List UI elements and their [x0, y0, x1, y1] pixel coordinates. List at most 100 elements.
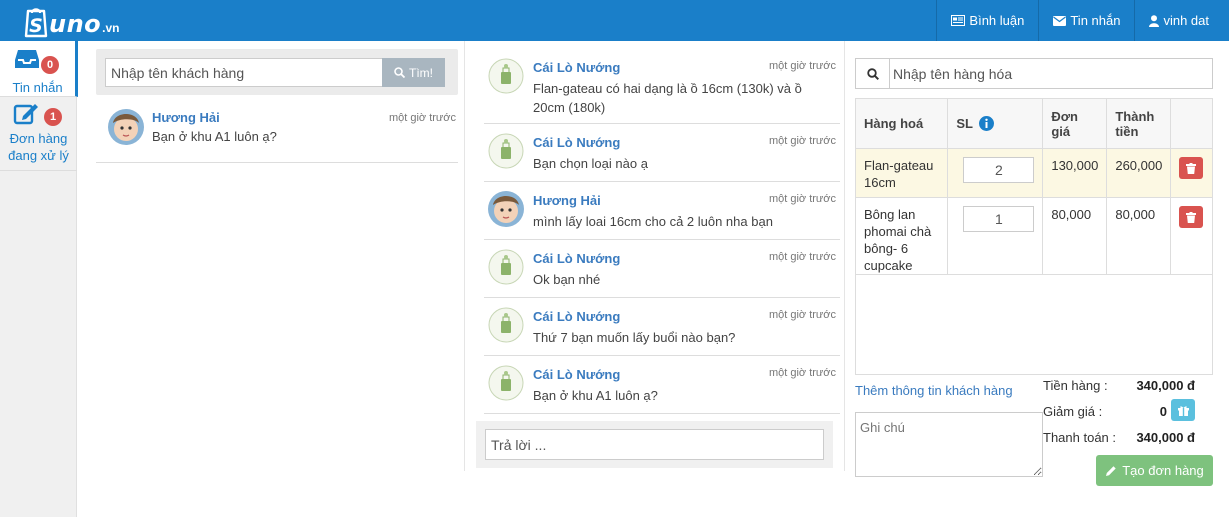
message-time: một giờ trước: [768, 367, 836, 379]
message-text: Flan-gateau có hai dạng là ồ 16cm (130k)…: [533, 81, 802, 115]
trash-icon: [1186, 211, 1197, 223]
customer-time: một giờ trước: [388, 112, 456, 124]
customer-search-input[interactable]: [105, 58, 382, 87]
item-name: Flan-gateau 16cm: [854, 148, 949, 198]
table-row: Flan-gateau 16cm 2 130,000 260,000: [854, 148, 1213, 198]
inbox-icon: [15, 50, 39, 68]
nav-comments-label: Bình luận: [969, 13, 1025, 28]
message-text: Thứ 7 bạn muốn lấy buổi nào bạn?: [533, 330, 736, 345]
message-time: một giờ trước: [768, 193, 836, 205]
comments-icon: [951, 15, 966, 26]
customer-last-message: Bạn ở khu A1 luôn ạ?: [152, 129, 277, 144]
header-total-line1: Thành: [1115, 108, 1155, 124]
reply-bar: [476, 421, 833, 468]
trash-icon: [1186, 162, 1197, 174]
left-rail: 0 Tin nhắn 1 Đơn hàng đang xử lý: [0, 41, 78, 517]
header-price: Đơn giá: [1042, 98, 1108, 149]
rail-item-messages[interactable]: 0 Tin nhắn: [0, 41, 78, 97]
subtotal-label: Tiền hàng :: [1043, 378, 1108, 393]
search-icon: [394, 67, 405, 78]
brand-name: uno: [49, 10, 102, 38]
message-time: một giờ trước: [768, 309, 836, 321]
rail-item-orders[interactable]: 1 Đơn hàng đang xử lý: [0, 97, 77, 171]
message-text: Ok bạn nhé: [533, 272, 601, 287]
find-button-label: Tìm!: [409, 65, 433, 80]
discount-row: Giảm giá : 0: [1043, 399, 1213, 428]
message-item: Cái Lò Nướng Thứ 7 bạn muốn lấy buổi nào…: [484, 298, 840, 356]
conversation-panel: Cái Lò Nướng Flan-gateau có hai dạng là …: [484, 49, 840, 414]
orders-count-badge: 1: [44, 108, 62, 126]
top-nav: Bình luận Tin nhắn vinh dat: [936, 0, 1229, 41]
gift-icon: [1177, 405, 1189, 416]
header-total: Thành tiền: [1106, 98, 1172, 149]
message-item: Cái Lò Nướng Flan-gateau có hai dạng là …: [484, 49, 840, 124]
order-summary: Tiền hàng : 340,000 đ Giảm giá : 0 Thanh…: [1043, 376, 1213, 454]
message-time: một giờ trước: [768, 135, 836, 147]
nav-user-label: vinh dat: [1163, 13, 1209, 28]
discount-value: 0: [1159, 404, 1167, 419]
panel-divider: [464, 41, 465, 471]
brand-suffix: .vn: [102, 21, 120, 35]
rail-item-messages-label: Tin nhắn: [12, 80, 63, 95]
quantity-input[interactable]: 2: [963, 157, 1035, 183]
suno-logo-icon: S: [24, 7, 48, 39]
panel-divider: [844, 41, 845, 471]
suno-logo[interactable]: S uno .vn: [24, 3, 120, 39]
reply-input[interactable]: [485, 429, 824, 460]
quantity-input[interactable]: 1: [963, 206, 1035, 232]
nav-user[interactable]: vinh dat: [1134, 0, 1229, 41]
message-text: Bạn ở khu A1 luôn ạ?: [533, 388, 658, 403]
customer-list-item[interactable]: Hương Hải Bạn ở khu A1 luôn ạ? một giờ t…: [96, 107, 458, 163]
customer-list-panel: Tìm! Hương Hải Bạn ở khu A1 luôn ạ? một …: [96, 49, 458, 163]
pencil-icon: [1106, 465, 1116, 476]
messages-count-badge: 0: [41, 56, 59, 74]
message-time: một giờ trước: [768, 251, 836, 263]
user-icon: [1149, 14, 1160, 27]
customer-avatar: [108, 109, 144, 145]
order-items-table: Hàng hoá SL Đơn giá Thành tiền Flan-gate…: [854, 98, 1213, 275]
message-item: Cái Lò Nướng Bạn chọn loại nào ạ một giờ…: [484, 124, 840, 182]
note-field[interactable]: [855, 412, 1043, 477]
svg-text:S: S: [29, 15, 43, 37]
rail-item-orders-label-1: Đơn hàng: [9, 131, 68, 146]
delete-item-button[interactable]: [1179, 206, 1204, 228]
message-item: Hương Hải mình lấy loai 16cm cho cả 2 lu…: [484, 182, 840, 240]
envelope-icon: [1053, 15, 1067, 26]
rail-item-orders-label-2: đang xử lý: [8, 148, 69, 163]
header-actions: [1170, 98, 1213, 149]
nav-messages-label: Tin nhắn: [1070, 13, 1121, 28]
item-price: 130,000: [1042, 148, 1108, 198]
find-button[interactable]: Tìm!: [382, 58, 445, 87]
product-search-input[interactable]: [890, 58, 1213, 89]
item-total: 260,000: [1106, 148, 1172, 198]
message-time: một giờ trước: [768, 60, 836, 72]
order-panel: Hàng hoá SL Đơn giá Thành tiền Flan-gate…: [854, 58, 1213, 375]
create-order-label: Tạo đơn hàng: [1122, 463, 1204, 478]
table-header-row: Hàng hoá SL Đơn giá Thành tiền: [854, 98, 1213, 149]
create-order-button[interactable]: Tạo đơn hàng: [1096, 455, 1213, 486]
shop-avatar: [488, 365, 524, 401]
delete-item-button[interactable]: [1179, 157, 1204, 179]
header-qty-label: SL: [956, 116, 973, 131]
add-customer-info-link[interactable]: Thêm thông tin khách hàng: [855, 383, 1013, 398]
message-item: Cái Lò Nướng Ok bạn nhé một giờ trước: [484, 240, 840, 298]
customer-avatar: [488, 191, 524, 227]
shop-avatar: [488, 307, 524, 343]
shop-avatar: [488, 58, 524, 94]
nav-comments[interactable]: Bình luận: [936, 0, 1038, 41]
header-qty: SL: [947, 98, 1044, 149]
message-item: Cái Lò Nướng Bạn ở khu A1 luôn ạ? một gi…: [484, 356, 840, 414]
search-icon: [866, 67, 879, 80]
nav-messages[interactable]: Tin nhắn: [1038, 0, 1134, 41]
top-bar: S uno .vn Bình luận Tin nhắn vinh dat: [0, 0, 1229, 41]
table-empty-area: [855, 263, 1213, 375]
product-search-button[interactable]: [855, 58, 890, 89]
shop-avatar: [488, 133, 524, 169]
product-search-bar: [855, 58, 1213, 89]
edit-icon: [13, 104, 38, 125]
header-product: Hàng hoá: [854, 98, 949, 149]
info-icon[interactable]: [979, 116, 995, 131]
header-total-line2: tiền: [1115, 123, 1139, 139]
shop-avatar: [488, 249, 524, 285]
discount-button[interactable]: [1171, 399, 1195, 421]
